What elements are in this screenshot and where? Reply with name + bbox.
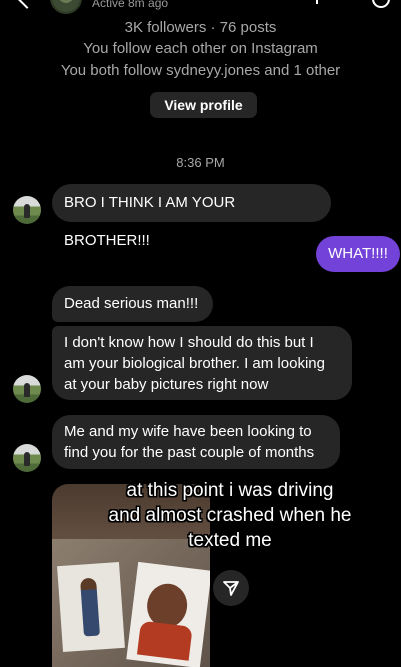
view-profile-button[interactable]: View profile (150, 92, 257, 118)
message-timestamp: 8:36 PM (176, 155, 225, 170)
header-avatar[interactable] (50, 0, 82, 14)
message-bubble[interactable]: Me and my wife have been looking to find… (52, 415, 340, 469)
sender-avatar[interactable] (13, 444, 41, 472)
message-line: find you for the past couple of months (64, 444, 315, 461)
mutual-followers: You both follow sydneyy.jones and 1 othe… (60, 62, 341, 79)
message-bubble[interactable]: BRO I THINK I AM YOUR BROTHER!!! (52, 184, 331, 249)
info-icon[interactable] (372, 0, 390, 8)
back-chevron-icon[interactable] (17, 0, 37, 9)
call-icon[interactable] (316, 0, 324, 4)
baby-photo-left (57, 561, 125, 653)
message-bubble[interactable]: I don't know how I should do this but I … (52, 326, 352, 400)
baby-photo-right (126, 561, 210, 667)
outgoing-message-bubble[interactable]: WHAT!!!! (316, 236, 400, 272)
caption-line: texted me (188, 530, 272, 551)
message-text: WHAT!!!! (328, 245, 388, 262)
message-line: am your biological brother. I am looking (64, 355, 325, 372)
active-status: Active 8m ago (92, 0, 169, 10)
share-button[interactable] (213, 570, 249, 606)
follow-status: You follow each other on Instagram (83, 40, 318, 57)
caption-line: at this point i was driving (126, 480, 334, 501)
message-text: Dead serious man!!! (64, 295, 199, 312)
caption-line: and almost crashed when he (108, 505, 352, 526)
chat-header: Active 8m ago (0, 0, 401, 14)
share-icon (223, 581, 239, 596)
message-line: Me and my wife have been looking to (64, 423, 312, 440)
sender-avatar[interactable] (13, 375, 41, 403)
profile-stats: 3K followers · 76 posts (124, 19, 277, 36)
message-text: BRO I THINK I AM YOUR BROTHER!!! (64, 194, 236, 249)
sender-avatar[interactable] (13, 196, 41, 224)
message-line: I don't know how I should do this but I (64, 334, 314, 351)
message-line: at your baby pictures right now (64, 376, 269, 393)
message-bubble[interactable]: Dead serious man!!! (52, 286, 213, 322)
